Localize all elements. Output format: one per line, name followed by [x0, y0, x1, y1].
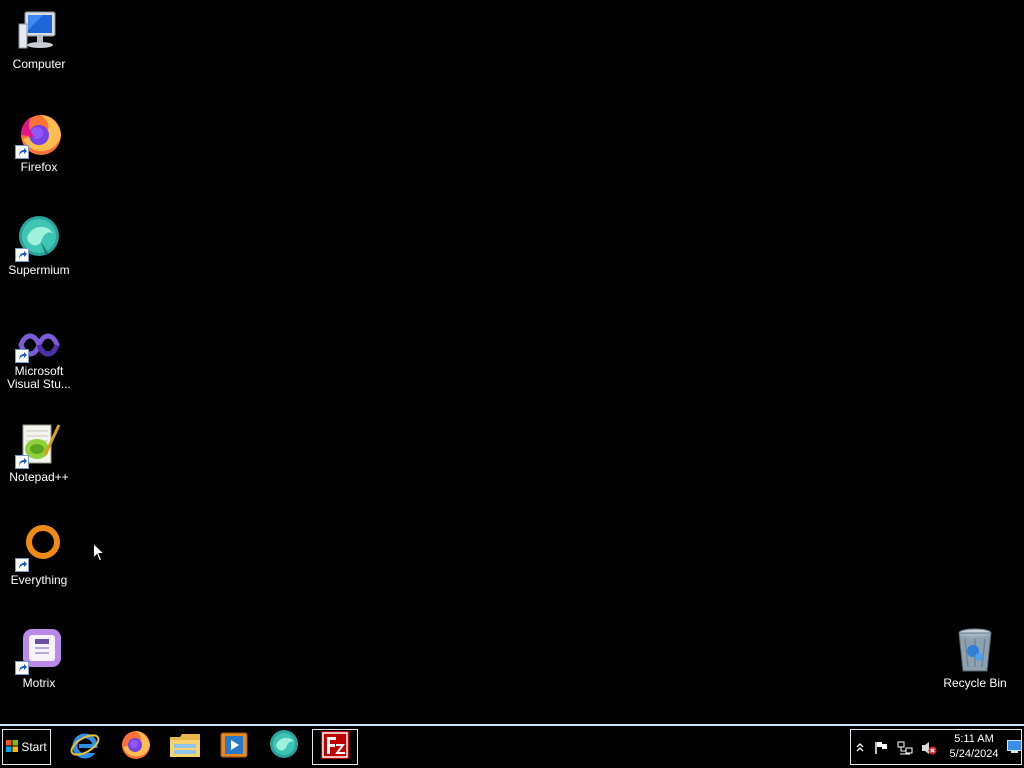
supermium-icon [268, 729, 300, 766]
shortcut-arrow-icon [15, 455, 29, 469]
desktop-icon-label: Notepad++ [9, 470, 69, 484]
computer-icon [15, 8, 63, 56]
shortcut-arrow-icon [15, 349, 29, 363]
desktop-icon-computer[interactable]: Computer [0, 8, 78, 71]
clock[interactable]: 5:11 AM 5/24/2024 [941, 732, 1007, 762]
desktop-icon-label: Recycle Bin [943, 676, 1007, 690]
desktop-icon-recycle-bin[interactable]: Recycle Bin [936, 627, 1014, 690]
windows-logo-icon [6, 739, 19, 755]
desktop-icon-label: Computer [12, 57, 66, 71]
desktop-icon-visual-studio[interactable]: Microsoft Visual Stu... [0, 327, 78, 391]
notepad-plus-plus-icon [15, 421, 63, 469]
firefox-icon [119, 729, 151, 766]
desktop-icon-label: Firefox [20, 160, 58, 174]
recycle-bin-icon [951, 627, 999, 675]
taskbar: Start 5:11 AM 5/24/2024 [0, 724, 1024, 768]
network-icon[interactable] [897, 741, 913, 760]
taskbar-filezilla[interactable] [312, 729, 358, 765]
show-hidden-icons-icon[interactable] [856, 741, 864, 759]
desktop-icon-notepad-plus-plus[interactable]: Notepad++ [0, 421, 78, 484]
desktop-icon-supermium[interactable]: Supermium [0, 214, 78, 277]
desktop-icon-motrix[interactable]: Motrix [0, 627, 78, 690]
clock-date: 5/24/2024 [949, 748, 999, 760]
start-button[interactable]: Start [2, 729, 51, 765]
firefox-icon [15, 111, 63, 159]
mouse-cursor-icon [93, 542, 106, 567]
desktop-icon-label: Supermium [8, 263, 70, 277]
system-tray: 5:11 AM 5/24/2024 [850, 729, 1022, 765]
file-explorer-icon [168, 729, 202, 766]
taskbar-firefox[interactable] [112, 729, 158, 765]
shortcut-arrow-icon [15, 248, 29, 262]
taskbar-media-player[interactable] [211, 729, 257, 765]
show-desktop-icon[interactable] [1007, 739, 1022, 759]
desktop-icon-everything[interactable]: Everything [0, 524, 78, 587]
media-player-icon [219, 730, 249, 765]
filezilla-icon [319, 729, 351, 766]
desktop[interactable]: Computer Firefox Supermium Microsoft Vis… [0, 0, 1024, 724]
supermium-icon [15, 214, 63, 262]
motrix-icon [15, 627, 63, 675]
internet-explorer-icon [69, 729, 101, 766]
desktop-icon-label: Motrix [22, 676, 56, 690]
visual-studio-icon [15, 327, 63, 363]
everything-icon [15, 524, 63, 572]
start-label: Start [21, 740, 47, 754]
desktop-icon-label: Everything [10, 573, 68, 587]
desktop-icon-firefox[interactable]: Firefox [0, 111, 78, 174]
shortcut-arrow-icon [15, 661, 29, 675]
taskbar-file-explorer[interactable] [162, 729, 208, 765]
clock-time: 5:11 AM [954, 733, 994, 745]
taskbar-supermium[interactable] [261, 729, 307, 765]
volume-muted-icon[interactable] [921, 741, 937, 760]
shortcut-arrow-icon [15, 145, 29, 159]
shortcut-arrow-icon [15, 558, 29, 572]
action-center-flag-icon[interactable] [874, 741, 888, 759]
taskbar-internet-explorer[interactable] [62, 729, 108, 765]
desktop-icon-label: Microsoft Visual Stu... [7, 364, 71, 391]
